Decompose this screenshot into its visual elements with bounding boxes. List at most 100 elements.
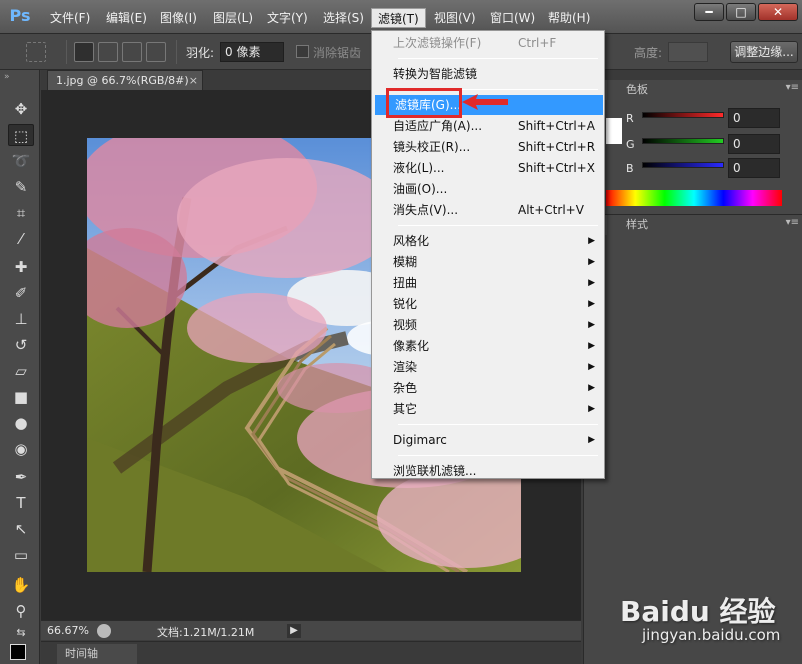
antialias-checkbox[interactable]: [296, 45, 309, 58]
timeline-tab[interactable]: 时间轴: [57, 644, 137, 664]
channel-r-input[interactable]: 0: [728, 108, 780, 128]
shape-tool-icon[interactable]: ▭: [8, 544, 34, 566]
filter-menu-item[interactable]: 杂色 ▶: [373, 378, 603, 398]
menu-window[interactable]: 窗口(W): [484, 8, 541, 28]
minimize-button[interactable]: ━: [694, 3, 724, 21]
color-panel: 色 色板 ▾≡ R 0 G 0 B 0: [584, 80, 802, 214]
eraser-tool-icon[interactable]: ▱: [8, 360, 34, 382]
menu-view[interactable]: 视图(V): [428, 8, 482, 28]
color-swatch[interactable]: [606, 118, 622, 144]
filter-menu-item[interactable]: 扭曲 ▶: [373, 273, 603, 293]
watermark-url: jingyan.baidu.com: [642, 626, 781, 644]
crop-tool-icon[interactable]: ⌗: [8, 202, 34, 224]
filter-menu-item[interactable]: 视频 ▶: [373, 315, 603, 335]
menu-separator: [398, 58, 598, 59]
filter-menu-item[interactable]: 镜头校正(R)... Shift+Ctrl+R: [373, 137, 603, 157]
channel-g-slider[interactable]: [642, 138, 724, 144]
feather-label: 羽化:: [186, 46, 215, 60]
intersect-selection-icon[interactable]: [146, 42, 166, 62]
menu-filter[interactable]: 滤镜(T): [371, 8, 426, 28]
document-tab[interactable]: 1.jpg @ 66.7%(RGB/8#) ×: [47, 70, 203, 90]
submenu-arrow-icon: ▶: [588, 404, 595, 414]
stamp-tool-icon[interactable]: ⊥: [8, 308, 34, 330]
menu-item-label: 自适应广角(A)...: [393, 119, 483, 133]
color-spectrum-ramp[interactable]: [606, 190, 782, 206]
close-tab-icon[interactable]: ×: [189, 71, 198, 90]
blur-tool-icon[interactable]: ●: [8, 412, 34, 434]
filter-menu-item[interactable]: 像素化 ▶: [373, 336, 603, 356]
zoom-level[interactable]: 66.67%: [47, 624, 89, 637]
filter-menu-item[interactable]: 自适应广角(A)... Shift+Ctrl+A: [373, 116, 603, 136]
rect-marquee-tool-icon[interactable]: ⬚: [8, 124, 34, 146]
restore-button[interactable]: □: [726, 3, 756, 21]
window-controls: ━ □ ✕: [694, 3, 798, 21]
filter-menu-item[interactable]: 转换为智能滤镜: [373, 64, 603, 84]
filter-menu-item[interactable]: 浏览联机滤镜...: [373, 461, 603, 481]
filter-menu-item[interactable]: 其它 ▶: [373, 399, 603, 419]
marquee-preset-icon[interactable]: [26, 42, 46, 62]
menu-item-shortcut: Shift+Ctrl+R: [518, 140, 596, 154]
filter-menu-item[interactable]: 上次滤镜操作(F) Ctrl+F: [373, 33, 603, 53]
menu-layer[interactable]: 图层(L): [207, 8, 259, 28]
panel-menu-icon[interactable]: ▾≡: [786, 82, 799, 93]
gradient-tool-icon[interactable]: ■: [8, 386, 34, 408]
channel-b-slider[interactable]: [642, 162, 724, 168]
menu-help[interactable]: 帮助(H): [542, 8, 596, 28]
default-colors-icon[interactable]: ⇆: [8, 622, 34, 644]
filter-menu-item[interactable]: 渲染 ▶: [373, 357, 603, 377]
filter-menu-item[interactable]: Digimarc ▶: [373, 430, 603, 450]
filter-menu-item[interactable]: 液化(L)... Shift+Ctrl+X: [373, 158, 603, 178]
menu-select[interactable]: 选择(S): [317, 8, 370, 28]
eyedropper-tool-icon[interactable]: ⁄: [8, 228, 34, 250]
filter-menu-item[interactable]: 锐化 ▶: [373, 294, 603, 314]
menu-item-label: Digimarc: [393, 433, 447, 447]
type-tool-icon[interactable]: T: [8, 492, 34, 514]
new-selection-icon[interactable]: [74, 42, 94, 62]
status-info-icon[interactable]: [97, 624, 111, 638]
lasso-tool-icon[interactable]: ➰: [8, 150, 34, 172]
brush-tool-icon[interactable]: ✐: [8, 282, 34, 304]
close-button[interactable]: ✕: [758, 3, 798, 21]
dodge-tool-icon[interactable]: ◉: [8, 438, 34, 460]
quick-select-tool-icon[interactable]: ✎: [8, 176, 34, 198]
foreground-color-swatch[interactable]: [10, 644, 26, 660]
height-input[interactable]: [668, 42, 708, 62]
filter-menu-item[interactable]: 风格化 ▶: [373, 231, 603, 251]
move-tool-icon[interactable]: ✥: [8, 98, 34, 120]
tab-swatches[interactable]: 色板: [620, 80, 654, 100]
menu-item-label: 视频: [393, 318, 418, 332]
menu-item-label: 镜头校正(R)...: [393, 140, 471, 154]
zoom-tool-icon[interactable]: ⚲: [8, 600, 34, 622]
pen-tool-icon[interactable]: ✒: [8, 466, 34, 488]
channel-b-input[interactable]: 0: [728, 158, 780, 178]
photoshop-logo: Ps: [9, 6, 31, 25]
filter-menu-item[interactable]: 模糊 ▶: [373, 252, 603, 272]
refine-edge-button[interactable]: 调整边缘...: [730, 41, 798, 63]
channel-r-slider[interactable]: [642, 112, 724, 118]
channel-b-label: B: [626, 162, 634, 175]
menu-image[interactable]: 图像(I): [154, 8, 203, 28]
filter-menu-item[interactable]: 油画(O)...: [373, 179, 603, 199]
menu-type[interactable]: 文字(Y): [261, 8, 314, 28]
panel-menu-icon[interactable]: ▾≡: [786, 217, 799, 228]
add-selection-icon[interactable]: [98, 42, 118, 62]
submenu-arrow-icon: ▶: [588, 362, 595, 372]
menu-file[interactable]: 文件(F): [44, 8, 96, 28]
submenu-arrow-icon: ▶: [588, 299, 595, 309]
menu-bar: Ps 文件(F) 编辑(E) 图像(I) 图层(L) 文字(Y) 选择(S) 滤…: [0, 0, 802, 34]
menu-item-shortcut: Alt+Ctrl+V: [518, 203, 584, 217]
menu-separator: [398, 424, 598, 425]
status-menu-arrow-icon[interactable]: ▶: [287, 624, 301, 638]
tab-styles[interactable]: 样式: [620, 215, 654, 235]
filter-menu-item[interactable]: 消失点(V)... Alt+Ctrl+V: [373, 200, 603, 220]
submenu-arrow-icon: ▶: [588, 435, 595, 445]
path-select-tool-icon[interactable]: ↖: [8, 518, 34, 540]
feather-input[interactable]: 0 像素: [220, 42, 284, 62]
panel-grip-icon[interactable]: »: [4, 72, 36, 82]
healing-brush-tool-icon[interactable]: ✚: [8, 256, 34, 278]
menu-edit[interactable]: 编辑(E): [100, 8, 153, 28]
history-brush-tool-icon[interactable]: ↺: [8, 334, 34, 356]
hand-tool-icon[interactable]: ✋: [8, 574, 34, 596]
subtract-selection-icon[interactable]: [122, 42, 142, 62]
channel-g-input[interactable]: 0: [728, 134, 780, 154]
